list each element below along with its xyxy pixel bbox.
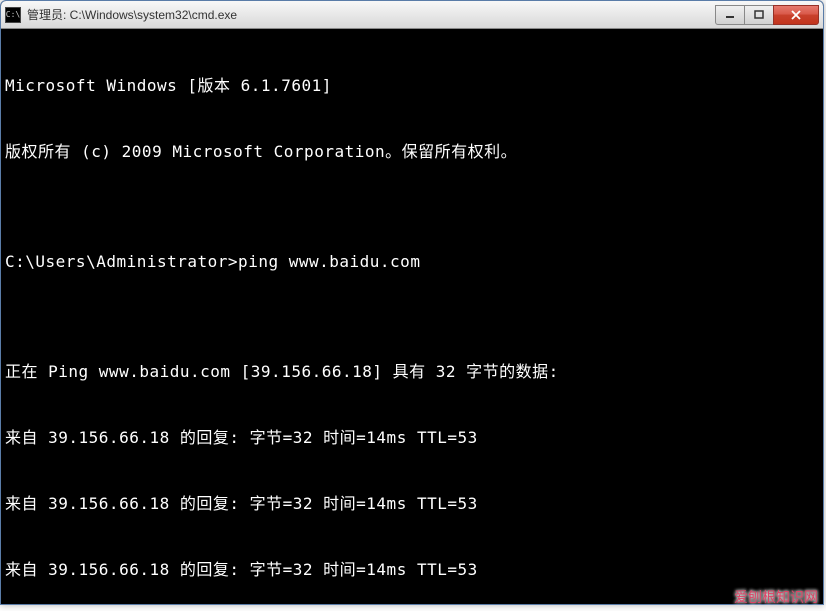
minimize-button[interactable] [715, 5, 745, 25]
titlebar[interactable]: C:\ 管理员: C:\Windows\system32\cmd.exe [1, 1, 823, 29]
terminal-line: 来自 39.156.66.18 的回复: 字节=32 时间=14ms TTL=5… [5, 559, 819, 581]
terminal-line: 来自 39.156.66.18 的回复: 字节=32 时间=14ms TTL=5… [5, 493, 819, 515]
window-title: 管理员: C:\Windows\system32\cmd.exe [27, 6, 716, 23]
terminal-line: Microsoft Windows [版本 6.1.7601] [5, 75, 819, 97]
terminal-line: 来自 39.156.66.18 的回复: 字节=32 时间=14ms TTL=5… [5, 427, 819, 449]
cmd-window: C:\ 管理员: C:\Windows\system32\cmd.exe Mic… [0, 0, 824, 605]
cmd-icon: C:\ [5, 7, 21, 23]
terminal-line: 正在 Ping www.baidu.com [39.156.66.18] 具有 … [5, 361, 819, 383]
watermark: 爱刨根知识网 [734, 587, 818, 607]
terminal-line: 版权所有 (c) 2009 Microsoft Corporation。保留所有… [5, 141, 819, 163]
maximize-button[interactable] [744, 5, 774, 25]
close-button[interactable] [773, 5, 819, 25]
window-controls [716, 5, 819, 25]
terminal-line: C:\Users\Administrator>ping www.baidu.co… [5, 251, 819, 273]
terminal-output[interactable]: Microsoft Windows [版本 6.1.7601] 版权所有 (c)… [1, 29, 823, 604]
